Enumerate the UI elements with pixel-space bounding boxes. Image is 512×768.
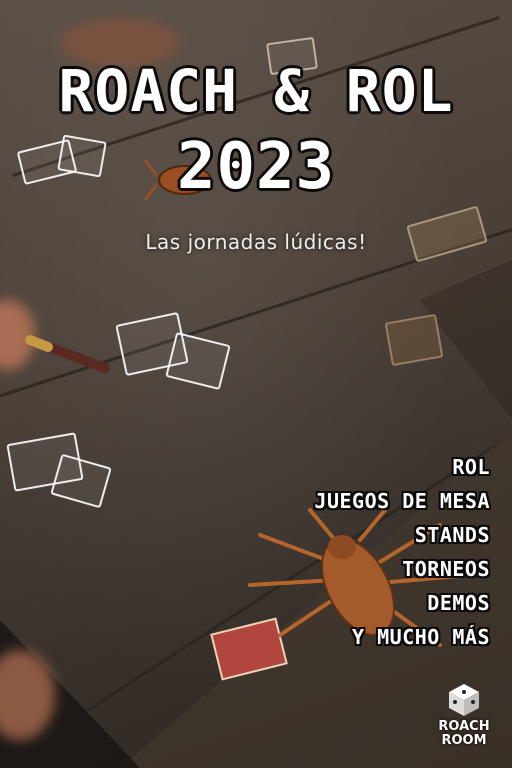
activity-item: ROL [452, 455, 490, 479]
activity-item: TORNEOS [402, 557, 490, 581]
event-poster: ROACH & ROL 2023 Las jornadas lúdicas! R… [0, 0, 512, 768]
logo-text-line1: ROACH [438, 719, 490, 734]
event-subtitle: Las jornadas lúdicas! [145, 230, 367, 254]
activity-item: STANDS [414, 523, 490, 547]
logo-text-line2: ROOM [441, 733, 487, 748]
activity-item: DEMOS [427, 591, 490, 615]
event-year: 2023 [176, 130, 336, 204]
dice-icon [449, 684, 479, 716]
activities-list: ROL JUEGOS DE MESA STANDS TORNEOS DEMOS … [230, 450, 490, 654]
activity-item: JUEGOS DE MESA [314, 489, 490, 513]
card-illustration [384, 313, 444, 367]
activity-item: Y MUCHO MÁS [352, 625, 490, 649]
event-title: ROACH & ROL [58, 57, 454, 125]
roach-room-logo: ROACH ROOM [434, 682, 494, 748]
